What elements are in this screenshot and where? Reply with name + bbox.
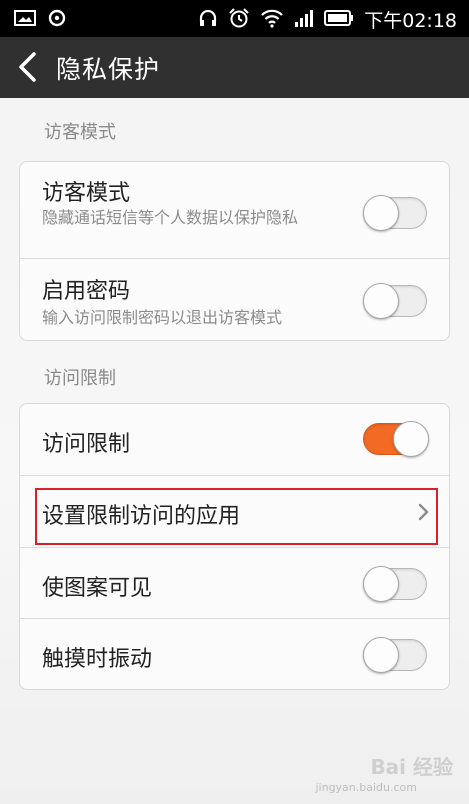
- access-limit-title: 访问限制: [42, 432, 131, 457]
- toggle-knob: [363, 637, 399, 673]
- image-icon: [14, 9, 36, 31]
- section-label-visitor: 访客模式: [44, 122, 116, 143]
- alarm-icon: [228, 7, 250, 33]
- clock-time: 下午02:18: [364, 10, 457, 32]
- enable-password-title: 启用密码: [42, 279, 131, 304]
- enable-password-subtitle: 输入访问限制密码以退出访客模式: [42, 308, 283, 327]
- pattern-visible-toggle[interactable]: [363, 566, 427, 602]
- touch-vibrate-row[interactable]: 触摸时振动: [20, 619, 449, 689]
- headphones-icon: [198, 8, 218, 32]
- access-settings-card: 访问限制 设置限制访问的应用 使图案可见 触摸时振动: [19, 403, 450, 690]
- watermark-url: jingyan.baidu.com: [315, 781, 417, 794]
- toggle-knob: [363, 283, 399, 319]
- visitor-mode-row[interactable]: 访客模式 隐藏通话短信等个人数据以保护隐私: [20, 162, 449, 258]
- wifi-icon: [260, 8, 284, 32]
- enable-password-toggle[interactable]: [363, 283, 427, 319]
- pattern-visible-title: 使图案可见: [42, 576, 153, 601]
- toggle-knob: [363, 195, 399, 231]
- touch-vibrate-title: 触摸时振动: [42, 647, 153, 672]
- visitor-mode-toggle[interactable]: [363, 195, 427, 231]
- visitor-settings-card: 访客模式 隐藏通话短信等个人数据以保护隐私 启用密码 输入访问限制密码以退出访客…: [19, 161, 450, 341]
- back-arrow-icon[interactable]: [14, 51, 44, 83]
- enable-password-row[interactable]: 启用密码 输入访问限制密码以退出访客模式: [20, 259, 449, 340]
- pattern-visible-row[interactable]: 使图案可见: [20, 548, 449, 618]
- visitor-mode-subtitle: 隐藏通话短信等个人数据以保护隐私: [42, 208, 299, 227]
- highlight-box: [35, 488, 438, 545]
- status-bar: 下午02:18: [0, 0, 469, 37]
- sync-icon: [46, 8, 68, 32]
- visitor-mode-title: 访客模式: [42, 181, 131, 206]
- access-limit-row[interactable]: 访问限制: [20, 404, 449, 475]
- watermark-logo: Bai 经验: [370, 755, 453, 779]
- signal-icon: [294, 8, 314, 32]
- battery-icon: [324, 9, 354, 31]
- page-title: 隐私保护: [56, 55, 161, 84]
- title-bar: 隐私保护: [0, 37, 469, 98]
- toggle-knob: [393, 421, 429, 457]
- access-limit-toggle[interactable]: [363, 421, 429, 457]
- toggle-knob: [363, 566, 399, 602]
- touch-vibrate-toggle[interactable]: [363, 637, 427, 673]
- section-label-access: 访问限制: [44, 368, 116, 389]
